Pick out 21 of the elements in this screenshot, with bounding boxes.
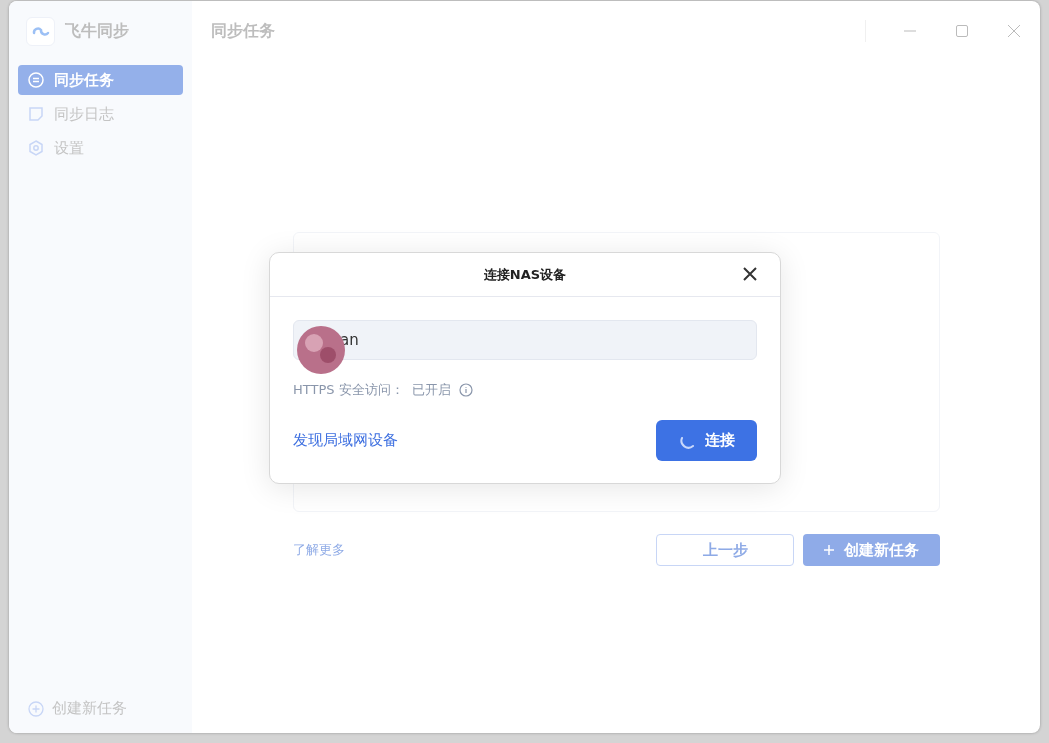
settings-icon: [28, 140, 44, 156]
add-icon: [28, 700, 44, 717]
sync-icon: [28, 72, 44, 88]
discover-devices-link[interactable]: 发现局域网设备: [293, 431, 398, 450]
info-icon[interactable]: [458, 383, 473, 397]
sidebar-item[interactable]: 同步任务: [18, 65, 183, 95]
https-status: 已开启: [411, 381, 451, 399]
learn-more-link[interactable]: 了解更多: [293, 541, 345, 559]
note-icon: [28, 106, 44, 122]
app-logo-icon: [26, 16, 55, 46]
create-task-button[interactable]: 创建新任务: [803, 534, 940, 566]
close-icon[interactable]: [742, 266, 758, 282]
https-label: HTTPS 安全访问：: [293, 381, 404, 399]
app-name: 飞牛同步: [65, 20, 129, 42]
dialog-title: 连接NAS设备: [483, 265, 567, 284]
page-title: 同步任务: [211, 20, 275, 42]
maximize-icon[interactable]: [956, 25, 968, 37]
back-button[interactable]: 上一步: [656, 534, 794, 566]
minimize-icon[interactable]: [904, 30, 916, 32]
plus-icon: [824, 545, 834, 555]
connect-button[interactable]: 连接: [656, 420, 757, 461]
